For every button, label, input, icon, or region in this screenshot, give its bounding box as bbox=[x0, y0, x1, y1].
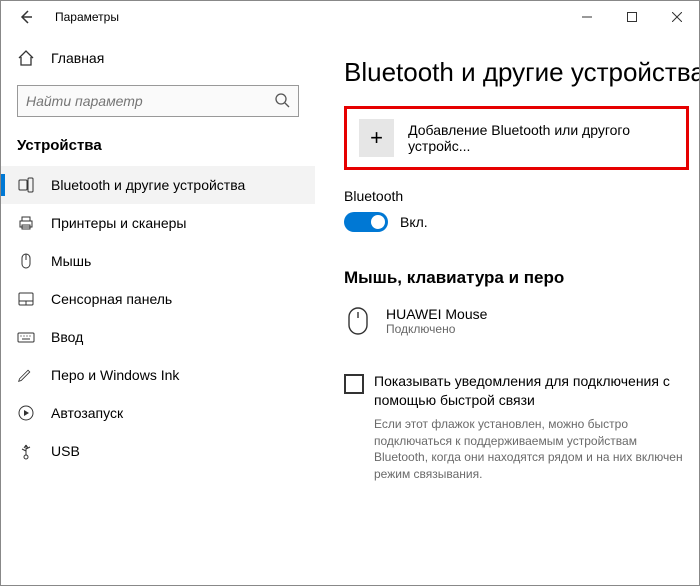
minimize-button[interactable] bbox=[564, 2, 609, 32]
close-button[interactable] bbox=[654, 2, 699, 32]
mouse-keyboard-heading: Мышь, клавиатура и перо bbox=[344, 268, 699, 288]
usb-icon bbox=[17, 442, 35, 460]
touchpad-icon bbox=[17, 290, 35, 308]
bluetooth-section-label: Bluetooth bbox=[344, 188, 699, 204]
sidebar: Главная Устройства Bluetooth и другие ус… bbox=[1, 33, 316, 585]
maximize-button[interactable] bbox=[609, 2, 654, 32]
printer-icon bbox=[17, 214, 35, 232]
back-button[interactable] bbox=[17, 8, 35, 26]
page-title: Bluetooth и другие устройства bbox=[344, 57, 699, 88]
sidebar-item-typing[interactable]: Ввод bbox=[1, 318, 315, 356]
swift-pair-help: Если этот флажок установлен, можно быстр… bbox=[344, 416, 699, 483]
sidebar-item-label: Сенсорная панель bbox=[51, 291, 172, 307]
add-device-button[interactable]: + Добавление Bluetooth или другого устро… bbox=[344, 106, 689, 170]
plus-icon: + bbox=[359, 119, 394, 157]
sidebar-item-label: USB bbox=[51, 443, 80, 459]
sidebar-item-label: Перо и Windows Ink bbox=[51, 367, 179, 383]
autoplay-icon bbox=[17, 404, 35, 422]
search-input[interactable] bbox=[26, 93, 274, 109]
sidebar-item-pen[interactable]: Перо и Windows Ink bbox=[1, 356, 315, 394]
swift-pair-checkbox[interactable] bbox=[344, 374, 364, 394]
titlebar: Параметры bbox=[1, 1, 699, 33]
bluetooth-state: Вкл. bbox=[400, 214, 428, 230]
search-icon bbox=[274, 92, 290, 111]
device-status: Подключено bbox=[386, 322, 487, 336]
search-box[interactable] bbox=[17, 85, 299, 117]
sidebar-item-label: Мышь bbox=[51, 253, 91, 269]
device-name: HUAWEI Mouse bbox=[386, 306, 487, 322]
add-device-label: Добавление Bluetooth или другого устройс… bbox=[408, 122, 674, 154]
pen-icon bbox=[17, 366, 35, 384]
device-item[interactable]: HUAWEI Mouse Подключено bbox=[344, 300, 699, 342]
sidebar-item-bluetooth[interactable]: Bluetooth и другие устройства bbox=[1, 166, 315, 204]
sidebar-item-mouse[interactable]: Мышь bbox=[1, 242, 315, 280]
mouse-icon bbox=[17, 252, 35, 270]
sidebar-item-label: Ввод bbox=[51, 329, 83, 345]
sidebar-item-touchpad[interactable]: Сенсорная панель bbox=[1, 280, 315, 318]
mouse-device-icon bbox=[344, 304, 372, 338]
devices-icon bbox=[17, 176, 35, 194]
sidebar-item-label: Принтеры и сканеры bbox=[51, 215, 186, 231]
sidebar-item-label: Автозапуск bbox=[51, 405, 123, 421]
sidebar-item-label: Bluetooth и другие устройства bbox=[51, 177, 245, 193]
swift-pair-label: Показывать уведомления для подключения с… bbox=[374, 372, 685, 410]
home-label: Главная bbox=[51, 50, 104, 66]
sidebar-item-autoplay[interactable]: Автозапуск bbox=[1, 394, 315, 432]
sidebar-section-title: Устройства bbox=[1, 129, 315, 166]
window-title: Параметры bbox=[55, 10, 119, 24]
bluetooth-toggle[interactable] bbox=[344, 212, 388, 232]
home-icon bbox=[17, 49, 35, 67]
content-pane: Bluetooth и другие устройства + Добавлен… bbox=[316, 33, 699, 585]
keyboard-icon bbox=[17, 328, 35, 346]
sidebar-item-printers[interactable]: Принтеры и сканеры bbox=[1, 204, 315, 242]
sidebar-item-usb[interactable]: USB bbox=[1, 432, 315, 470]
home-link[interactable]: Главная bbox=[1, 39, 315, 77]
